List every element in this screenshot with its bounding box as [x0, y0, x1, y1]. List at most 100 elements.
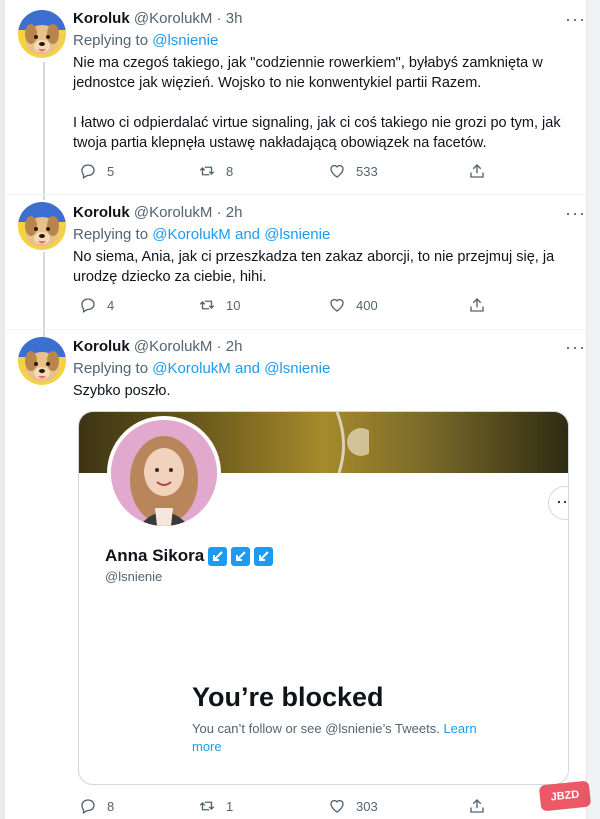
tweet-text: Szybko poszło.: [73, 381, 586, 401]
separator-dot: ·: [216, 10, 222, 27]
tweet-3[interactable]: Koroluk @KorolukM · 2h ··· Replying to @…: [73, 337, 586, 401]
more-options-icon[interactable]: ···: [565, 9, 586, 30]
separator-dot: ·: [216, 204, 222, 221]
tweet-header: Koroluk @KorolukM · 3h: [73, 9, 586, 29]
avatar[interactable]: [18, 337, 66, 385]
mention-link[interactable]: @lsnienie: [264, 360, 330, 377]
share-icon: [470, 164, 484, 178]
profile-handle: @lsnienie: [105, 569, 163, 584]
watermark-logo: JBZD: [538, 780, 592, 812]
profile-more-button[interactable]: ···: [548, 486, 568, 520]
reply-button[interactable]: 4: [79, 296, 114, 314]
retweet-count: 1: [226, 798, 234, 814]
author-name[interactable]: Koroluk: [73, 10, 130, 27]
tweet-paragraph: No siema, Ania, jak ci przeszkadza ten z…: [73, 249, 555, 285]
share-button[interactable]: [468, 296, 486, 314]
profile-name: Anna Sikora: [105, 546, 205, 565]
tweet-actions: 5 8 533: [73, 162, 493, 182]
tweet-header: Koroluk @KorolukM · 2h: [73, 203, 586, 223]
mention-link[interactable]: @KorolukM: [152, 360, 231, 377]
thread-line: [43, 252, 45, 337]
replying-prefix: Replying to: [73, 32, 149, 49]
timestamp[interactable]: 2h: [226, 204, 243, 221]
reply-icon: [81, 298, 95, 313]
author-name[interactable]: Koroluk: [73, 338, 130, 355]
retweet-button[interactable]: 8: [198, 162, 233, 180]
tweet-actions: 4 10 400: [73, 296, 493, 316]
share-icon: [470, 298, 484, 312]
retweet-count: 8: [226, 163, 234, 179]
tweet-divider: [5, 194, 586, 195]
reply-icon: [81, 164, 95, 179]
mention-and: and: [234, 226, 261, 243]
timestamp[interactable]: 3h: [226, 10, 243, 27]
reply-count: 8: [107, 798, 115, 814]
replying-to: Replying to @KorolukM and @lsnienie: [73, 225, 586, 245]
share-button[interactable]: [468, 162, 486, 180]
heart-icon: [330, 164, 344, 178]
tweet-actions: 8 1 303: [73, 797, 493, 817]
like-count: 533: [356, 163, 378, 179]
author-handle[interactable]: @KorolukM: [134, 204, 213, 221]
retweet-icon: [199, 801, 215, 811]
reply-button[interactable]: 5: [79, 162, 114, 180]
like-button[interactable]: 400: [328, 296, 378, 314]
profile-name-row: Anna Sikora: [105, 546, 274, 566]
scrollbar[interactable]: [586, 0, 600, 819]
replying-to: Replying to @lsnienie: [73, 31, 586, 51]
retweet-button[interactable]: 10: [198, 296, 240, 314]
tweet-text: No siema, Ania, jak ci przeszkadza ten z…: [73, 247, 586, 287]
timestamp[interactable]: 2h: [226, 338, 243, 355]
retweet-button[interactable]: 1: [198, 797, 233, 815]
author-handle[interactable]: @KorolukM: [134, 10, 213, 27]
arrow-icon: [208, 546, 228, 566]
share-icon: [470, 799, 484, 813]
thread-line: [43, 62, 45, 200]
heart-icon: [330, 799, 344, 813]
blocked-message: You can’t follow or see @lsnienie’s Twee…: [192, 720, 492, 756]
replying-to: Replying to @KorolukM and @lsnienie: [73, 359, 586, 379]
tweet-paragraph: I łatwo ci odpierdalać virtue signaling,…: [73, 115, 561, 151]
author-name[interactable]: Koroluk: [73, 204, 130, 221]
tweet-divider: [5, 329, 586, 330]
reply-icon: [81, 799, 95, 814]
more-options-icon[interactable]: ···: [565, 203, 586, 224]
reply-button[interactable]: 8: [79, 797, 114, 815]
like-button[interactable]: 533: [328, 162, 378, 180]
mention-link[interactable]: @lsnienie: [152, 32, 218, 49]
mention-link[interactable]: @KorolukM: [152, 226, 231, 243]
mention-link[interactable]: @lsnienie: [264, 226, 330, 243]
tweet-2[interactable]: Koroluk @KorolukM · 2h ··· Replying to @…: [73, 203, 586, 287]
retweet-icon: [199, 166, 215, 176]
tweet-text: Nie ma czegoś takiego, jak "codziennie r…: [73, 53, 586, 153]
reply-count: 4: [107, 297, 115, 313]
reply-count: 5: [107, 163, 115, 179]
like-count: 303: [356, 798, 378, 814]
embedded-screenshot[interactable]: ··· Anna Sikora @lsnienie You’re blocked…: [78, 411, 569, 785]
tweet-header: Koroluk @KorolukM · 2h: [73, 337, 586, 357]
separator-dot: ·: [216, 338, 222, 355]
share-button[interactable]: [468, 797, 486, 815]
heart-icon: [330, 298, 344, 312]
tweet-paragraph: Szybko poszło.: [73, 383, 171, 399]
blocked-text: You can’t follow or see @lsnienie’s Twee…: [192, 721, 440, 736]
retweet-icon: [199, 300, 215, 310]
arrow-icon: [254, 546, 274, 566]
like-count: 400: [356, 297, 378, 313]
replying-prefix: Replying to: [73, 360, 149, 377]
retweet-count: 10: [226, 297, 241, 313]
arrow-icon: [231, 546, 251, 566]
banner-graphic: [335, 412, 369, 473]
avatar[interactable]: [18, 202, 66, 250]
window-left-edge: [0, 0, 5, 819]
replying-prefix: Replying to: [73, 226, 149, 243]
author-handle[interactable]: @KorolukM: [134, 338, 213, 355]
mention-and: and: [234, 360, 261, 377]
more-options-icon[interactable]: ···: [565, 337, 586, 358]
tweet-1[interactable]: Koroluk @KorolukM · 3h ··· Replying to @…: [73, 9, 586, 153]
tweet-paragraph: Nie ma czegoś takiego, jak "codziennie r…: [73, 55, 543, 91]
profile-avatar[interactable]: [107, 416, 221, 530]
avatar[interactable]: [18, 10, 66, 58]
blocked-title: You’re blocked: [192, 682, 384, 712]
like-button[interactable]: 303: [328, 797, 378, 815]
